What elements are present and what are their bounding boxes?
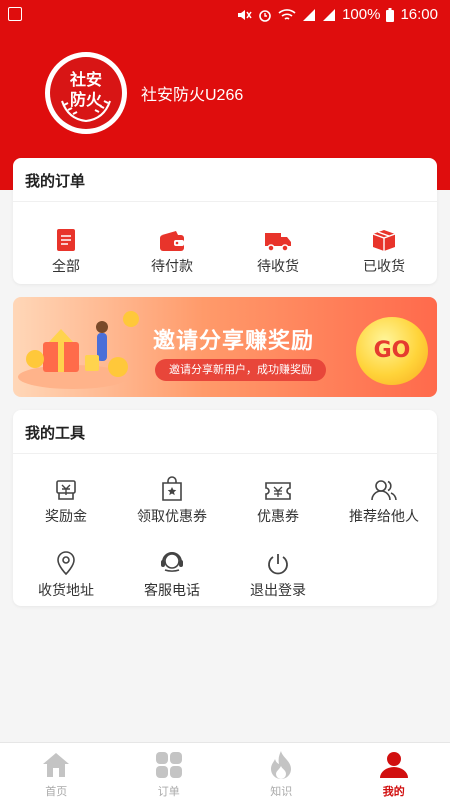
tool-logout-label: 退出登录 [250,583,306,599]
avatar-text-top: 社安 [69,70,102,89]
package-icon [372,230,396,251]
order-pending-delivery[interactable]: 待收货 [225,218,331,276]
tools-title: 我的工具 [13,410,437,454]
signal-icon-2 [323,8,336,21]
battery-icon [386,7,395,22]
tool-coupons[interactable]: 优惠券 [225,468,331,526]
mute-icon [238,9,252,20]
tool-claim-coupon[interactable]: 领取优惠券 [119,468,225,526]
orders-card: 我的订单 全部 待付款 待收货 已收货 [13,158,437,284]
status-icons: 100% 16:00 [236,6,438,23]
avatar-text-bottom: 防火 [70,90,103,109]
tool-claim-coupon-label: 领取优惠券 [137,509,207,525]
tools-row-2: 收货地址 客服电话 退出登录 [13,526,437,600]
wifi-icon [278,8,296,20]
tab-knowledge-label: 知识 [270,785,293,798]
banner-title: 邀请分享赚奖励 [153,329,315,354]
tools-row-1: 奖励金 领取优惠券 优惠券 推荐给他人 [13,454,437,526]
order-received-label: 已收货 [363,259,405,275]
tool-address[interactable]: 收货地址 [13,542,119,600]
tool-customer-service[interactable]: 客服电话 [119,542,225,600]
notification-icon [8,7,22,21]
tool-address-label: 收货地址 [38,583,94,599]
go-button[interactable]: GO [356,317,428,385]
tab-home[interactable]: 首页 [0,743,113,800]
avatar[interactable]: 社安 防火 [45,52,127,134]
tool-recommend[interactable]: 推荐给他人 [331,468,437,526]
alarm-icon [259,9,271,22]
grid-icon [155,752,182,778]
clock: 16:00 [400,6,438,23]
order-all-label: 全部 [52,259,80,275]
tab-mine-label: 我的 [382,785,405,798]
tab-mine[interactable]: 我的 [338,743,450,800]
users-icon [371,480,397,501]
coupon-bag-icon [162,476,182,501]
document-icon [57,229,75,251]
headset-icon [161,552,183,572]
tool-logout[interactable]: 退出登录 [225,542,331,600]
reward-card-icon [56,480,76,500]
wallet-icon [160,231,184,251]
truck-icon [265,233,291,252]
tool-reward[interactable]: 奖励金 [13,468,119,526]
location-pin-icon [57,551,75,576]
tools-card: 我的工具 奖励金 领取优惠券 优惠券 推荐给他人 收货地址 客服电话 退出登录 [13,410,437,606]
profile-row[interactable]: 社安 防火 社安防火U266 [45,52,243,134]
bottom-tab-bar: 首页 订单 知识 我的 [0,742,450,800]
orders-title: 我的订单 [13,158,437,202]
order-all[interactable]: 全部 [13,218,119,276]
flame-icon [271,751,292,779]
coupon-ticket-icon [265,482,291,500]
person-icon [379,752,408,778]
home-icon [43,753,70,777]
order-pending-payment-label: 待付款 [151,259,193,275]
tab-orders-label: 订单 [157,785,180,798]
power-icon [268,554,288,575]
tab-orders[interactable]: 订单 [113,743,226,800]
orders-grid: 全部 待付款 待收货 已收货 [13,202,437,276]
banner-illustration [18,311,139,389]
avatar-logo: 社安 防火 [61,70,111,123]
tool-customer-service-label: 客服电话 [144,583,200,599]
order-received[interactable]: 已收货 [331,218,437,276]
order-pending-delivery-label: 待收货 [257,259,299,275]
invite-banner[interactable]: 邀请分享赚奖励 邀请分享新用户，成功赚奖励 GO [13,297,437,397]
battery-percent: 100% [342,6,381,23]
signal-icon [303,8,316,21]
username: 社安防火U266 [141,87,244,104]
tool-recommend-label: 推荐给他人 [349,509,419,525]
order-pending-payment[interactable]: 待付款 [119,218,225,276]
tool-coupons-label: 优惠券 [257,509,299,525]
status-bar: 100% 16:00 [0,0,450,30]
tab-knowledge[interactable]: 知识 [225,743,338,800]
banner-subtitle: 邀请分享新用户，成功赚奖励 [155,359,326,381]
tool-reward-label: 奖励金 [45,509,87,525]
tab-home-label: 首页 [45,785,68,798]
